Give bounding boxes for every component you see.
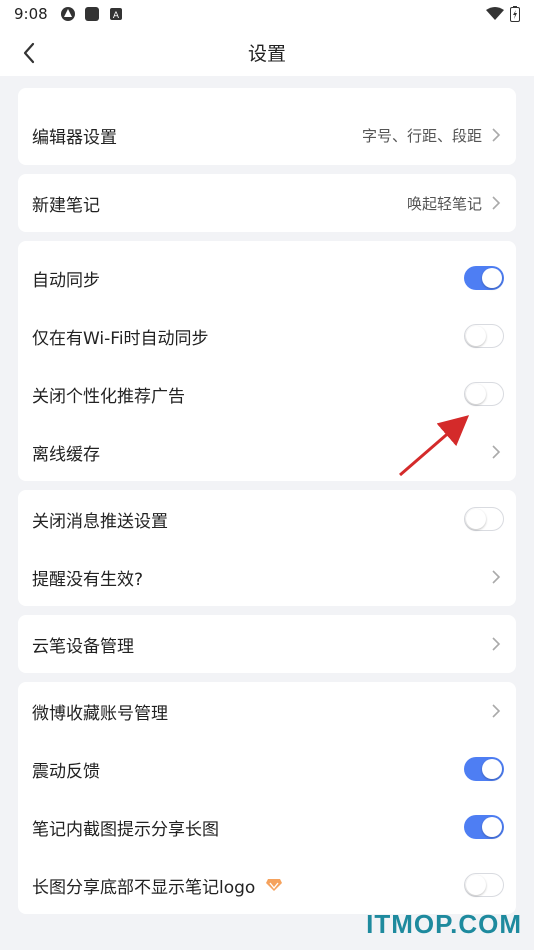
wifi-icon <box>486 7 504 20</box>
offline-cache-row[interactable]: 离线缓存 <box>18 423 516 481</box>
watermark-text: ITMOP.COM <box>366 909 522 939</box>
weibo-row[interactable]: 微博收藏账号管理 <box>18 682 516 740</box>
chevron-right-icon <box>492 196 501 210</box>
push-toggle[interactable] <box>464 507 504 531</box>
chevron-right-icon <box>492 637 501 651</box>
chevron-right-icon <box>492 128 501 142</box>
notification-card: 关闭消息推送设置 提醒没有生效? <box>18 490 516 606</box>
chevron-right-icon <box>492 570 501 584</box>
logo-hide-row: 长图分享底部不显示笔记logo <box>18 856 516 914</box>
vip-diamond-icon <box>266 879 283 891</box>
toggle-knob <box>482 817 502 837</box>
sync-card: 自动同步 仅在有Wi-Fi时自动同步 关闭个性化推荐广告 离线缓存 <box>18 241 516 481</box>
device-row[interactable]: 云笔设备管理 <box>18 615 516 673</box>
title-bar: 设置 <box>0 28 534 76</box>
vibrate-row: 震动反馈 <box>18 740 516 798</box>
editor-settings-value: 字号、行距、段距 <box>361 126 482 145</box>
editor-settings-label: 编辑器设置 <box>32 127 117 148</box>
new-note-value: 唤起轻笔记 <box>406 194 482 213</box>
misc-card: 微博收藏账号管理 震动反馈 笔记内截图提示分享长图 长图分享底部不显示笔记log… <box>18 682 516 914</box>
auto-sync-toggle[interactable] <box>464 266 504 290</box>
editor-settings-card: 编辑器设置 字号、行距、段距 <box>18 88 516 165</box>
vibrate-toggle[interactable] <box>464 757 504 781</box>
page-title: 设置 <box>247 42 286 65</box>
screenshot-share-row: 笔记内截图提示分享长图 <box>18 798 516 856</box>
svg-text:A: A <box>113 11 120 21</box>
wifi-sync-row: 仅在有Wi-Fi时自动同步 <box>18 307 516 365</box>
editor-settings-row[interactable]: 编辑器设置 字号、行距、段距 <box>18 106 516 164</box>
toggle-knob <box>482 759 502 779</box>
wifi-sync-toggle[interactable] <box>464 324 504 348</box>
ads-row: 关闭个性化推荐广告 <box>18 365 516 423</box>
new-note-card: 新建笔记 唤起轻笔记 <box>18 174 516 232</box>
reminder-label: 提醒没有生效? <box>32 569 144 590</box>
push-label: 关闭消息推送设置 <box>32 511 168 532</box>
ads-toggle[interactable] <box>464 382 504 406</box>
ads-label: 关闭个性化推荐广告 <box>32 386 185 407</box>
vpn-icon <box>60 7 75 21</box>
chevron-right-icon <box>492 704 501 718</box>
back-button[interactable] <box>14 38 44 68</box>
battery-icon <box>510 6 520 22</box>
new-note-label: 新建笔记 <box>32 195 100 216</box>
status-time: 9:08 <box>14 5 48 23</box>
auto-sync-row: 自动同步 <box>18 249 516 307</box>
push-row: 关闭消息推送设置 <box>18 490 516 548</box>
auto-sync-label: 自动同步 <box>32 270 100 291</box>
logo-hide-label: 长图分享底部不显示笔记logo <box>32 877 256 898</box>
new-note-row[interactable]: 新建笔记 唤起轻笔记 <box>18 174 516 232</box>
device-label: 云笔设备管理 <box>32 636 134 657</box>
a-box-notification-icon: A <box>109 8 122 21</box>
status-bar: 9:08 A <box>0 0 534 28</box>
screenshot-share-toggle[interactable] <box>464 815 504 839</box>
chevron-right-icon <box>492 445 501 459</box>
toggle-knob <box>466 383 486 404</box>
toggle-knob <box>482 268 502 288</box>
back-arrow-icon <box>23 42 35 64</box>
screenshot-share-label: 笔记内截图提示分享长图 <box>32 819 219 840</box>
offline-cache-label: 离线缓存 <box>32 444 100 465</box>
toggle-knob <box>466 508 486 529</box>
device-card: 云笔设备管理 <box>18 615 516 673</box>
toggle-knob <box>466 874 486 895</box>
wifi-sync-label: 仅在有Wi-Fi时自动同步 <box>32 328 209 349</box>
weibo-label: 微博收藏账号管理 <box>32 703 168 724</box>
reminder-row[interactable]: 提醒没有生效? <box>18 548 516 606</box>
toggle-knob <box>466 325 486 346</box>
logo-hide-toggle[interactable] <box>464 873 504 897</box>
square-notification-icon <box>84 7 99 21</box>
vibrate-label: 震动反馈 <box>32 761 100 782</box>
